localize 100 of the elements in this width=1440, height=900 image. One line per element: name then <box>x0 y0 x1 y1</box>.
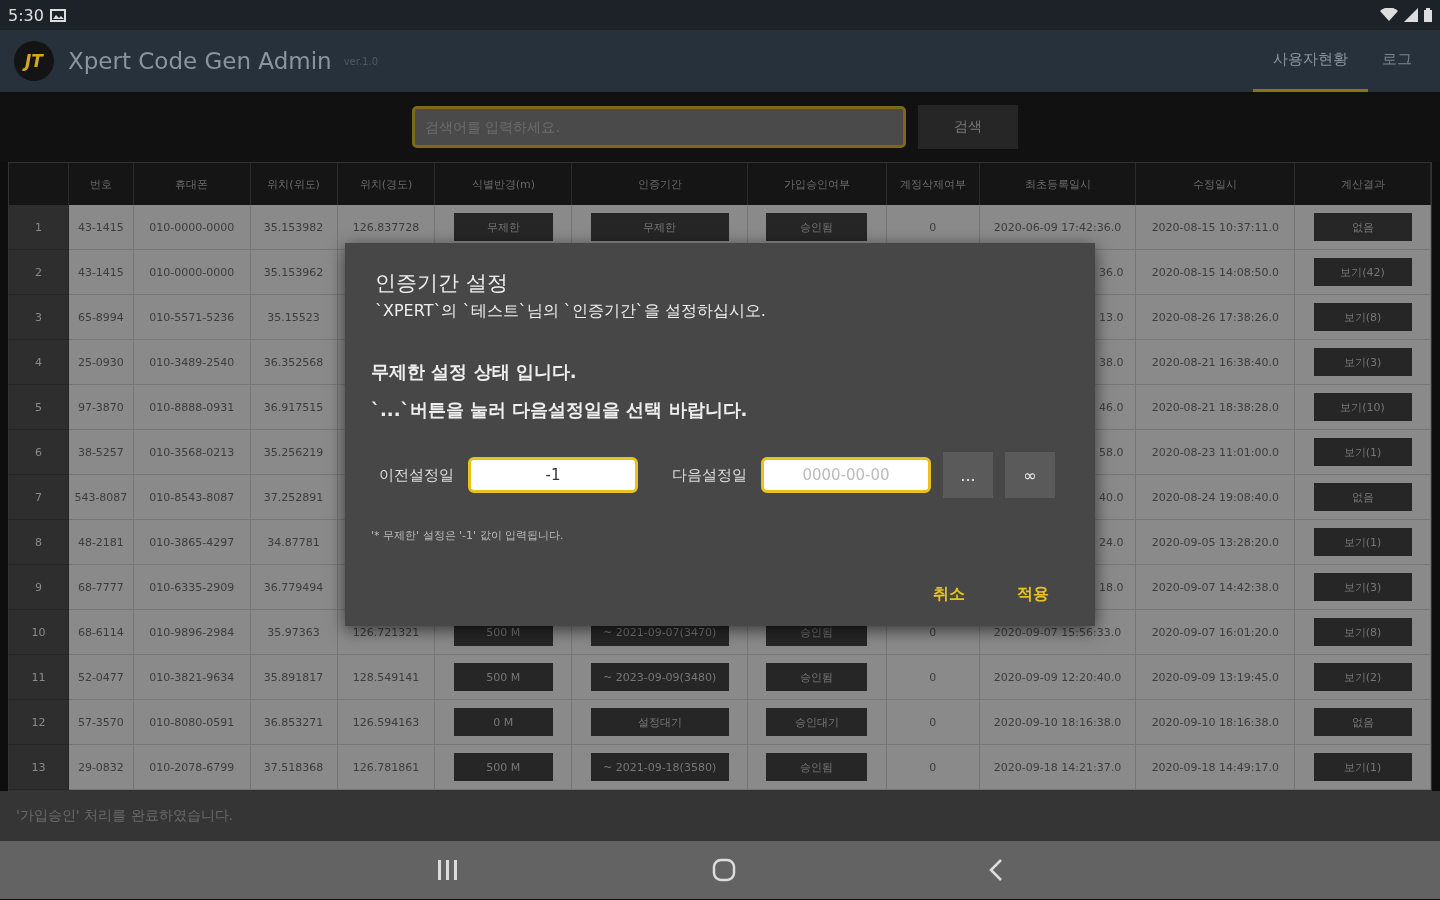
table-cell: 2020-09-18 14:21:37.0 <box>979 745 1137 790</box>
column-header: 식별반경(m) <box>435 163 573 205</box>
table-cell: 010-5571-5236 <box>133 295 251 340</box>
table-cell: 52-0477 <box>68 655 134 700</box>
column-header: 가입승인여부 <box>747 163 887 205</box>
table-cell: 010-0000-0000 <box>133 250 251 295</box>
tool-button[interactable]: ∞ <box>1005 452 1055 498</box>
signal-icon <box>1404 8 1418 22</box>
cell-button[interactable]: 승인됨 <box>766 213 868 241</box>
table-cell: 2020-09-10 18:16:38.0 <box>979 700 1137 745</box>
table-cell: 38-5257 <box>68 430 134 475</box>
cell-button[interactable]: 무제한 <box>453 213 553 241</box>
cell-button[interactable]: 보기(2) <box>1313 663 1412 691</box>
row-number: 13 <box>9 745 69 790</box>
table-cell: 36.352568 <box>250 340 338 385</box>
cell-button[interactable]: 무제한 <box>590 213 729 241</box>
cell-button[interactable]: 설정대기 <box>590 708 729 736</box>
cell-button[interactable]: ~ 2021-09-18(3580) <box>590 753 729 781</box>
date-field[interactable]: 0000-00-00 <box>761 457 931 493</box>
table-cell: 0 <box>886 745 980 790</box>
table-cell: 2020-09-18 14:49:17.0 <box>1136 745 1296 790</box>
status-time: 5:30 <box>8 5 44 25</box>
cell-button[interactable]: 보기(1) <box>1313 528 1412 556</box>
app-title: Xpert Code Gen Admin <box>68 48 332 74</box>
cell-button[interactable]: ~ 2023-09-09(3480) <box>590 663 729 691</box>
cell-button[interactable]: 보기(3) <box>1313 348 1412 376</box>
table-cell: 010-3489-2540 <box>133 340 251 385</box>
column-header: 수정일시 <box>1136 163 1296 205</box>
table-cell: 2020-09-09 12:20:40.0 <box>979 655 1137 700</box>
column-header: 최초등록일시 <box>979 163 1137 205</box>
table-cell: 0 <box>886 700 980 745</box>
table-cell: 43-1415 <box>68 205 134 250</box>
cell-button[interactable]: 보기(42) <box>1313 258 1412 286</box>
table-cell: 2020-08-21 18:38:28.0 <box>1136 385 1296 430</box>
table-cell: 010-6335-2909 <box>133 565 251 610</box>
cell-button[interactable]: 보기(10) <box>1313 393 1412 421</box>
back-icon[interactable] <box>989 858 1004 882</box>
cell-button[interactable]: 500 M <box>453 663 553 691</box>
cell-button[interactable]: 보기(1) <box>1313 753 1412 781</box>
table-cell: 010-3865-4297 <box>133 520 251 565</box>
field-label: 다음설정일 <box>672 465 747 485</box>
cell-button[interactable]: 보기(8) <box>1313 618 1412 646</box>
cell-button[interactable]: 보기(3) <box>1313 573 1412 601</box>
date-field[interactable]: -1 <box>468 457 638 493</box>
row-number: 11 <box>9 655 69 700</box>
table-cell: 35.256219 <box>250 430 338 475</box>
column-header: 계정삭제여부 <box>886 163 980 205</box>
table-cell: 126.594163 <box>337 700 436 745</box>
cell-button[interactable]: 승인대기 <box>766 708 868 736</box>
table-cell: 010-2078-6799 <box>133 745 251 790</box>
table-cell: 010-8888-0931 <box>133 385 251 430</box>
dialog-action[interactable]: 적용 <box>1011 583 1055 606</box>
column-header: 위치(경도) <box>337 163 436 205</box>
column-header: 휴대폰 <box>133 163 251 205</box>
row-number: 12 <box>9 700 69 745</box>
table-cell: 2020-08-15 10:37:11.0 <box>1136 205 1296 250</box>
dialog-hint: '* 무제한' 설정은 '-1' 값이 입력됩니다. <box>371 528 565 543</box>
home-icon[interactable] <box>712 858 736 882</box>
table-cell: 2020-09-05 13:28:20.0 <box>1136 520 1296 565</box>
table-cell: 35.153982 <box>250 205 338 250</box>
table-cell: 543-8087 <box>68 475 134 520</box>
row-number: 6 <box>9 430 69 475</box>
cell-button[interactable]: 승인됨 <box>766 753 868 781</box>
column-header: 위치(위도) <box>250 163 338 205</box>
table-cell: 97-3870 <box>68 385 134 430</box>
dialog-action[interactable]: 취소 <box>927 583 971 606</box>
table-cell: 010-3568-0213 <box>133 430 251 475</box>
table-cell: 34.87781 <box>250 520 338 565</box>
table-cell: 2020-08-21 16:38:40.0 <box>1136 340 1296 385</box>
table-cell: 37.518368 <box>250 745 338 790</box>
table-cell: 48-2181 <box>68 520 134 565</box>
table-cell: 35.15523 <box>250 295 338 340</box>
table-cell: 2020-09-07 16:01:20.0 <box>1136 610 1296 655</box>
row-number: 9 <box>9 565 69 610</box>
recent-apps-icon[interactable] <box>436 860 459 880</box>
cell-button[interactable]: 없음 <box>1313 483 1412 511</box>
dialog-message: 무제한 설정 상태 입니다. <box>371 360 578 384</box>
battery-icon <box>1424 8 1432 22</box>
column-header: 계산결과 <box>1295 163 1431 205</box>
nav-tab[interactable]: 로그 <box>1368 30 1426 92</box>
table-cell: 010-9896-2984 <box>133 610 251 655</box>
table-cell: 2020-08-26 17:38:26.0 <box>1136 295 1296 340</box>
table-cell: 2020-08-15 14:08:50.0 <box>1136 250 1296 295</box>
row-number: 7 <box>9 475 69 520</box>
search-button[interactable]: 검색 <box>918 105 1018 149</box>
cell-button[interactable]: 보기(8) <box>1313 303 1412 331</box>
table-cell: 0 <box>886 655 980 700</box>
cell-button[interactable]: 없음 <box>1313 213 1412 241</box>
table-cell: 010-8080-0591 <box>133 700 251 745</box>
table-cell: 68-7777 <box>68 565 134 610</box>
table-cell: 35.891817 <box>250 655 338 700</box>
cell-button[interactable]: 보기(1) <box>1313 438 1412 466</box>
table-cell: 37.252891 <box>250 475 338 520</box>
cell-button[interactable]: 0 M <box>453 708 553 736</box>
cell-button[interactable]: 500 M <box>453 753 553 781</box>
cell-button[interactable]: 승인됨 <box>766 663 868 691</box>
table-cell: 36.853271 <box>250 700 338 745</box>
tool-button[interactable]: ... <box>943 452 993 498</box>
table-cell: 36.917515 <box>250 385 338 430</box>
cell-button[interactable]: 없음 <box>1313 708 1412 736</box>
